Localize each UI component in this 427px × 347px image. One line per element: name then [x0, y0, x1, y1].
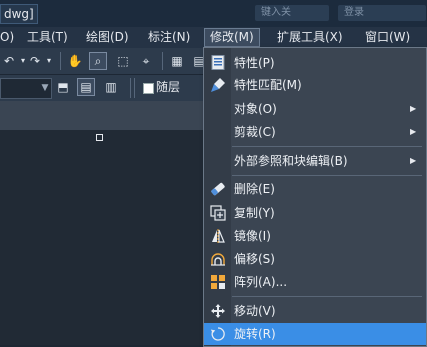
mirror-icon [210, 228, 226, 244]
login-button[interactable]: 登录 [338, 5, 426, 21]
search-input[interactable]: 键入关 [255, 5, 329, 21]
modify-menu: 特性(P) 特性匹配(M) 对象(O) ▶ 剪裁(C) ▶ 外部参照和块编辑(B… [203, 47, 427, 347]
submenu-arrow-icon: ▶ [410, 127, 417, 136]
menu-express-tools[interactable]: 扩展工具(X) [277, 29, 343, 46]
layer-dropdown[interactable]: ▼ [0, 78, 52, 99]
menu-item-xref-block-edit[interactable]: 外部参照和块编辑(B) ▶ [204, 150, 426, 172]
menu-modify[interactable]: 修改(M) [204, 28, 260, 47]
match-properties-icon [210, 77, 226, 93]
make-current-layer-icon[interactable]: ⬒ [54, 78, 72, 96]
menu-item-label: 对象(O) [234, 102, 277, 116]
chevron-down-icon: ▼ [41, 83, 49, 93]
color-control-label[interactable]: 随层 [156, 79, 180, 96]
layer-previous-icon[interactable]: ▥ [102, 78, 120, 96]
menu-item-object[interactable]: 对象(O) ▶ [204, 98, 426, 120]
menu-item-array[interactable]: 阵列(A)... [204, 271, 426, 293]
menu-item-label: 删除(E) [234, 182, 275, 196]
menu-item-label: 移动(V) [234, 304, 276, 318]
copy-icon [210, 205, 226, 221]
pan-icon[interactable]: ✋ [66, 52, 84, 70]
menu-window[interactable]: 窗口(W) [365, 29, 410, 46]
cursor-pickbox [96, 134, 103, 141]
toolbar-separator [130, 78, 131, 98]
menu-item-rotate[interactable]: 旋转(R) [204, 323, 426, 345]
calculator-icon[interactable]: ▦ [168, 52, 186, 70]
menu-item-label: 复制(Y) [234, 206, 275, 220]
menu-item-label: 外部参照和块编辑(B) [234, 154, 348, 168]
menu-separator [232, 296, 422, 297]
zoom-previous-icon[interactable]: ⌖ [137, 52, 155, 70]
zoom-realtime-icon[interactable]: ⌕ [89, 52, 107, 70]
menu-tools[interactable]: 工具(T) [27, 29, 68, 46]
toolbar-separator [162, 52, 163, 70]
menu-dimension[interactable]: 标注(N) [148, 29, 190, 46]
menu-item-properties[interactable]: 特性(P) [204, 52, 426, 74]
menu-item-label: 旋转(R) [234, 327, 276, 341]
menu-bar: O) 工具(T) 绘图(D) 标注(N) 修改(M) 扩展工具(X) 窗口(W) [0, 27, 427, 48]
toolbar-separator [60, 52, 61, 70]
menu-item-label: 特性(P) [234, 56, 275, 70]
title-bar: dwg] 键入关 登录 [0, 0, 427, 27]
submenu-arrow-icon: ▶ [410, 156, 417, 165]
color-swatch[interactable] [143, 83, 154, 94]
window-title: dwg] [0, 4, 38, 24]
rotate-icon [210, 326, 226, 342]
properties-icon [210, 55, 226, 71]
menu-item-move[interactable]: 移动(V) [204, 300, 426, 322]
menu-item-label: 特性匹配(M) [234, 78, 302, 92]
erase-icon [210, 181, 226, 197]
array-icon [210, 274, 226, 290]
menu-draw[interactable]: 绘图(D) [86, 29, 129, 46]
toolbar-separator [134, 78, 135, 98]
move-icon [210, 303, 226, 319]
menu-item-copy[interactable]: 复制(Y) [204, 202, 426, 224]
menu-item-erase[interactable]: 删除(E) [204, 178, 426, 200]
menu-item-clip[interactable]: 剪裁(C) ▶ [204, 121, 426, 143]
layer-match-icon[interactable]: ▤ [77, 78, 95, 96]
redo-dropdown-icon[interactable]: ▾ [40, 52, 58, 70]
menu-item-offset[interactable]: 偏移(S) [204, 248, 426, 270]
offset-icon [210, 251, 226, 267]
menu-item-label: 阵列(A)... [234, 275, 288, 289]
menu-item-label: 偏移(S) [234, 252, 275, 266]
menu-item-match-properties[interactable]: 特性匹配(M) [204, 74, 426, 96]
menu-item-label: 镜像(I) [234, 229, 271, 243]
zoom-window-icon[interactable]: ⬚ [114, 52, 132, 70]
menu-view[interactable]: O) [0, 29, 14, 46]
menu-item-mirror[interactable]: 镜像(I) [204, 225, 426, 247]
menu-item-label: 剪裁(C) [234, 125, 276, 139]
menu-separator [232, 175, 422, 176]
menu-separator [232, 146, 422, 147]
submenu-arrow-icon: ▶ [410, 104, 417, 113]
